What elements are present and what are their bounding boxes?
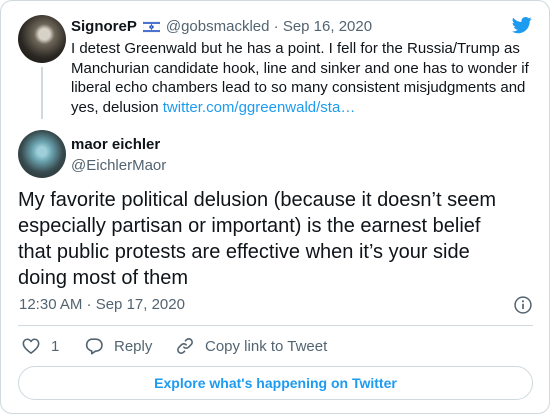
- author-name[interactable]: maor eichler: [71, 135, 160, 155]
- parent-tweet-header: SignoreP @gobsmackled · Sep 16, 2020: [71, 17, 372, 37]
- parent-author-handle[interactable]: @gobsmackled: [166, 18, 270, 35]
- dot-separator: ·: [273, 18, 279, 35]
- parent-tweet-date[interactable]: Sep 16, 2020: [283, 18, 372, 35]
- tweet-timestamp[interactable]: 12:30 AM · Sep 17, 2020: [19, 295, 185, 315]
- tweet-text: My favorite political delusion (because …: [18, 189, 497, 289]
- parent-tweet-text: I detest Greenwald but he has a point. I…: [71, 39, 533, 117]
- heart-icon: [22, 338, 40, 354]
- reply-bubble-icon: [85, 338, 103, 355]
- explore-twitter-button[interactable]: Explore what's happening on Twitter: [18, 366, 533, 400]
- info-icon[interactable]: [513, 295, 533, 315]
- parent-tweet-link[interactable]: twitter.com/ggreenwald/sta…: [163, 99, 356, 116]
- reply-label: Reply: [114, 337, 153, 355]
- like-button[interactable]: 1: [21, 335, 59, 357]
- divider: [18, 325, 533, 326]
- tweet-embed-card: SignoreP @gobsmackled · Sep 16, 2020 I d…: [0, 0, 550, 414]
- thread-connector-line: [41, 67, 43, 119]
- copy-link-button[interactable]: Copy link to Tweet: [175, 335, 327, 357]
- author-avatar[interactable]: [18, 130, 66, 178]
- like-count: 1: [51, 337, 60, 355]
- parent-author-avatar[interactable]: [18, 15, 66, 63]
- author-handle[interactable]: @EichlerMaor: [71, 156, 166, 176]
- twitter-bird-icon[interactable]: [510, 15, 534, 35]
- copy-link-label: Copy link to Tweet: [205, 337, 328, 355]
- link-icon: [177, 338, 193, 354]
- israel-flag-icon: [142, 21, 160, 33]
- parent-author-name[interactable]: SignoreP: [71, 18, 137, 35]
- reply-button[interactable]: Reply: [84, 335, 152, 357]
